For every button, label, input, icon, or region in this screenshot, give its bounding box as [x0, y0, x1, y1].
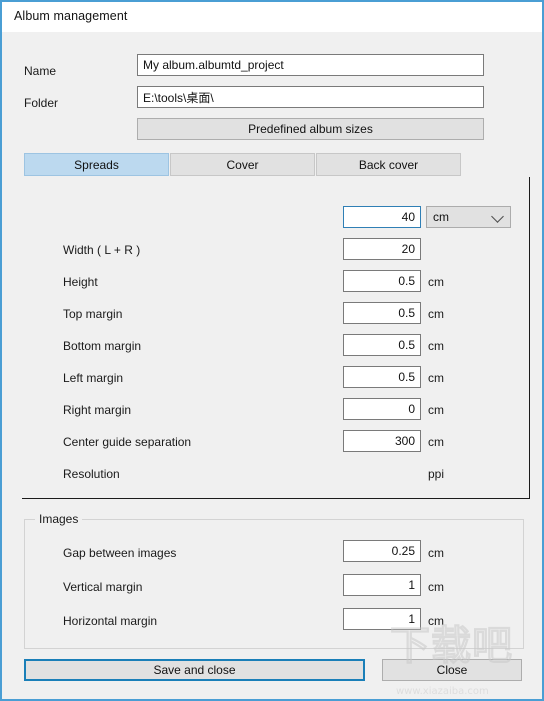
vertical-margin-input-value: 1	[408, 578, 415, 592]
save-and-close-label: Save and close	[153, 663, 236, 677]
dialog-body: Name My album.albumtd_project Folder E:\…	[2, 32, 542, 699]
width-input-value: 40	[401, 210, 415, 224]
height-unit: cm	[428, 275, 444, 289]
height-input[interactable]: 20	[343, 238, 421, 260]
name-label: Name	[24, 64, 57, 78]
top-margin-input[interactable]: 0.5	[343, 270, 421, 292]
left-margin-input-value: 0.5	[398, 338, 415, 352]
name-input[interactable]: My album.albumtd_project	[137, 54, 484, 76]
gap-between-images-input[interactable]: 0.25	[343, 540, 421, 562]
title-bar: Album management	[2, 2, 542, 32]
center-guide-separation-unit: cm	[428, 435, 444, 449]
close-button[interactable]: Close	[382, 659, 522, 681]
horizontal-margin-label: Horizontal margin	[63, 614, 158, 628]
resolution-label: Resolution	[63, 467, 120, 481]
gap-between-images-unit: cm	[428, 546, 444, 560]
unit-select[interactable]: cm	[426, 206, 511, 228]
right-margin-input[interactable]: 0.5	[343, 366, 421, 388]
right-margin-input-value: 0.5	[398, 370, 415, 384]
width-label: Width ( L + R )	[63, 243, 141, 257]
tab-cover-label: Cover	[226, 157, 259, 172]
close-label: Close	[436, 663, 468, 677]
resolution-input-value: 300	[394, 434, 415, 448]
window-title: Album management	[14, 9, 128, 23]
images-groupbox-title: Images	[35, 512, 83, 526]
tab-back-cover-label: Back cover	[358, 157, 419, 172]
resolution-input[interactable]: 300	[343, 430, 421, 452]
height-label: Height	[63, 275, 98, 289]
vertical-margin-unit: cm	[428, 580, 444, 594]
gap-between-images-label: Gap between images	[63, 546, 177, 560]
left-margin-unit: cm	[428, 371, 444, 385]
gap-between-images-input-value: 0.25	[391, 544, 415, 558]
right-margin-unit: cm	[428, 403, 444, 417]
left-margin-label: Left margin	[63, 371, 124, 385]
horizontal-margin-unit: cm	[428, 614, 444, 628]
vertical-margin-label: Vertical margin	[63, 580, 143, 594]
name-input-value: My album.albumtd_project	[143, 58, 284, 72]
album-management-window: Album management Name My album.albumtd_p…	[0, 0, 544, 701]
vertical-margin-input[interactable]: 1	[343, 574, 421, 596]
folder-label: Folder	[24, 96, 59, 110]
bottom-margin-input[interactable]: 0.5	[343, 302, 421, 324]
center-guide-separation-label: Center guide separation	[63, 435, 192, 449]
predefined-album-sizes-label: Predefined album sizes	[248, 122, 373, 136]
folder-input[interactable]: E:\tools\桌面\	[137, 86, 484, 108]
bottom-margin-label: Bottom margin	[63, 339, 142, 353]
predefined-album-sizes-button[interactable]: Predefined album sizes	[137, 118, 484, 140]
save-and-close-button[interactable]: Save and close	[24, 659, 365, 681]
unit-select-value: cm	[433, 210, 449, 224]
center-guide-separation-input[interactable]: 0	[343, 398, 421, 420]
folder-input-value: E:\tools\桌面\	[143, 90, 214, 105]
right-margin-label: Right margin	[63, 403, 132, 417]
top-margin-unit: cm	[428, 307, 444, 321]
horizontal-margin-input[interactable]: 1	[343, 608, 421, 630]
tab-spreads[interactable]: Spreads	[24, 153, 169, 176]
bottom-margin-unit: cm	[428, 339, 444, 353]
tab-back-cover[interactable]: Back cover	[316, 153, 461, 176]
chevron-down-icon	[491, 210, 504, 223]
center-guide-separation-input-value: 0	[408, 402, 415, 416]
width-input[interactable]: 40	[343, 206, 421, 228]
tab-cover[interactable]: Cover	[170, 153, 315, 176]
top-margin-input-value: 0.5	[398, 274, 415, 288]
tab-spreads-label: Spreads	[74, 157, 119, 172]
watermark-url: www.xiazaiba.com	[396, 686, 489, 697]
horizontal-margin-input-value: 1	[408, 612, 415, 626]
resolution-unit: ppi	[428, 467, 445, 481]
bottom-margin-input-value: 0.5	[398, 306, 415, 320]
left-margin-input[interactable]: 0.5	[343, 334, 421, 356]
top-margin-label: Top margin	[63, 307, 123, 321]
height-input-value: 20	[401, 242, 415, 256]
